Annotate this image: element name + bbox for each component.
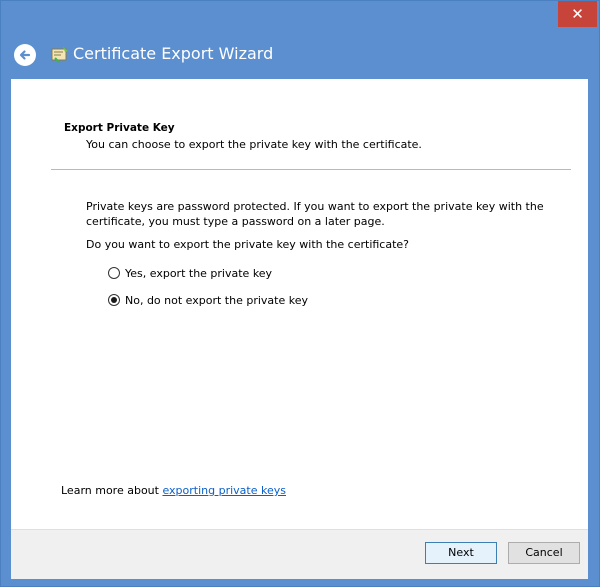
- window-title: Certificate Export Wizard: [73, 44, 274, 63]
- page-description: You can choose to export the private key…: [86, 138, 422, 151]
- option-yes-export[interactable]: Yes, export the private key: [108, 265, 272, 281]
- back-arrow-icon: [15, 45, 35, 65]
- radio-selected-dot: [111, 297, 117, 303]
- page-title: Export Private Key: [64, 122, 175, 134]
- close-icon: ✕: [571, 5, 584, 23]
- next-button[interactable]: Next: [425, 542, 497, 564]
- question-text: Do you want to export the private key wi…: [86, 238, 410, 251]
- header-divider: [51, 169, 571, 170]
- option-no-label: No, do not export the private key: [125, 293, 308, 307]
- learn-more-link[interactable]: exporting private keys: [162, 484, 286, 497]
- radio-no[interactable]: [108, 294, 120, 306]
- back-button[interactable]: [14, 44, 36, 66]
- learn-more: Learn more about exporting private keys: [61, 484, 286, 497]
- learn-more-text: Learn more about: [61, 484, 159, 497]
- close-button[interactable]: ✕: [558, 1, 597, 27]
- wizard-content: Export Private Key You can choose to exp…: [11, 79, 588, 529]
- certificate-wizard-icon: [49, 45, 71, 65]
- wizard-window: ✕ Certificate Export Wizard Export Priva…: [0, 0, 600, 587]
- cancel-button[interactable]: Cancel: [508, 542, 580, 564]
- radio-yes[interactable]: [108, 267, 120, 279]
- button-bar: Next Cancel: [11, 529, 588, 579]
- option-no-export[interactable]: No, do not export the private key: [108, 292, 308, 308]
- option-yes-label: Yes, export the private key: [125, 266, 273, 280]
- info-paragraph: Private keys are password protected. If …: [86, 200, 544, 228]
